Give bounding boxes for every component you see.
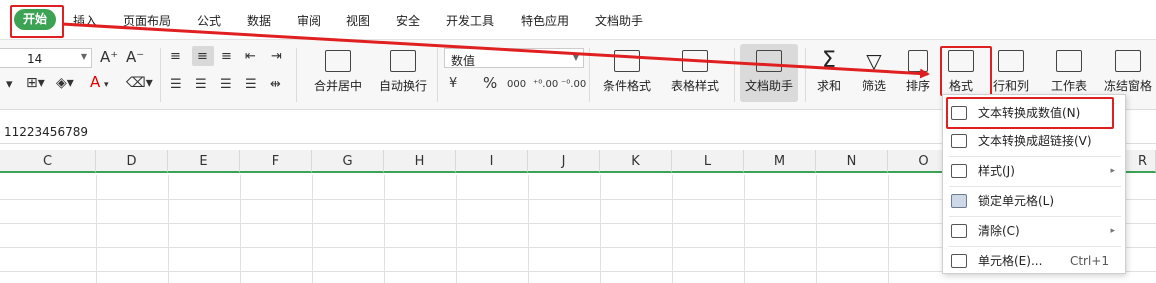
annotation-arrow: [61, 22, 930, 79]
